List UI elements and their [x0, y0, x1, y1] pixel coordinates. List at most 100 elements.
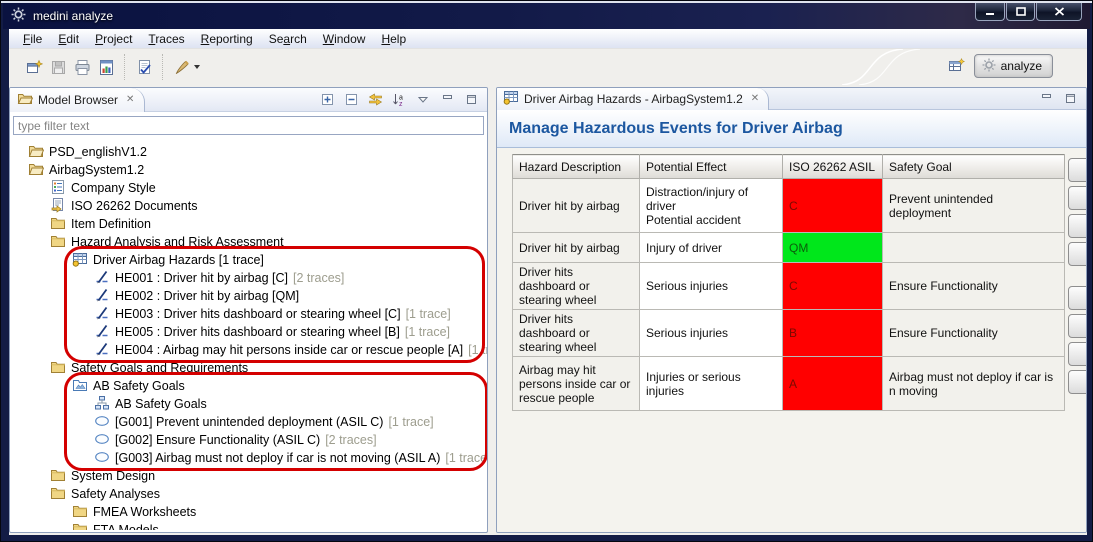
col-header-hazard-description[interactable]: Hazard Description: [513, 155, 640, 179]
view-menu-icon[interactable]: [414, 91, 432, 109]
trace-count: [2 traces]: [293, 271, 344, 285]
side-button[interactable]: [1068, 370, 1087, 394]
new-wizard-button[interactable]: [22, 55, 46, 79]
safety-goal-cell[interactable]: Ensure Functionality: [883, 263, 1065, 310]
tree-item[interactable]: AB Safety Goals: [10, 377, 487, 395]
close-button[interactable]: [1036, 3, 1082, 21]
menu-item-traces[interactable]: Traces: [140, 30, 192, 48]
close-view-icon[interactable]: ✕: [126, 94, 134, 105]
tree-item[interactable]: [G002] Ensure Functionality (ASIL C)[2 t…: [10, 431, 487, 449]
hazard-description-cell[interactable]: Driver hit by airbag: [513, 179, 640, 233]
asil-cell[interactable]: C: [783, 263, 883, 310]
side-button[interactable]: [1068, 314, 1087, 338]
app-gear-icon: [11, 7, 26, 25]
safety-goal-cell[interactable]: Airbag must not deploy if car is n movin…: [883, 357, 1065, 411]
menu-item-help[interactable]: Help: [373, 30, 414, 48]
maximize-editor-icon[interactable]: [1061, 90, 1079, 108]
safety-goal-cell[interactable]: Prevent unintended deployment: [883, 179, 1065, 233]
safety-goal-cell[interactable]: Ensure Functionality: [883, 310, 1065, 357]
tree-item[interactable]: Item Definition: [10, 215, 487, 233]
potential-effect-cell[interactable]: Injury of driver: [640, 233, 783, 263]
tree-item[interactable]: FTA Models: [10, 521, 487, 530]
asil-cell[interactable]: QM: [783, 233, 883, 263]
save-button[interactable]: [46, 55, 70, 79]
menu-item-project[interactable]: Project: [87, 30, 140, 48]
side-button[interactable]: [1068, 242, 1087, 266]
editor-tab[interactable]: Driver Airbag Hazards - AirbagSystem1.2 …: [497, 88, 769, 110]
tree-item[interactable]: Safety Analyses: [10, 485, 487, 503]
validate-button[interactable]: [132, 55, 156, 79]
potential-effect-cell[interactable]: Injuries or serious injuries: [640, 357, 783, 411]
close-editor-icon[interactable]: ✕: [751, 93, 759, 104]
tree-item[interactable]: Driver Airbag Hazards [1 trace]: [10, 251, 487, 269]
asil-cell[interactable]: A: [783, 357, 883, 411]
folder-icon: [50, 485, 66, 501]
tree-item[interactable]: [G001] Prevent unintended deployment (AS…: [10, 413, 487, 431]
col-header-iso-asil[interactable]: ISO 26262 ASIL: [783, 155, 883, 179]
menu-item-reporting[interactable]: Reporting: [193, 30, 261, 48]
tree-item-label: [G001] Prevent unintended deployment (AS…: [115, 415, 383, 429]
potential-effect-cell[interactable]: Serious injuries: [640, 310, 783, 357]
potential-effect-cell[interactable]: Serious injuries: [640, 263, 783, 310]
col-header-safety-goal[interactable]: Safety Goal: [883, 155, 1065, 179]
open-perspective-icon[interactable]: [948, 57, 966, 75]
maximize-view-icon[interactable]: [462, 91, 480, 109]
collapse-all-icon[interactable]: [342, 91, 360, 109]
expand-all-icon[interactable]: [318, 91, 336, 109]
tree-item[interactable]: ISO 26262 Documents: [10, 197, 487, 215]
minimize-view-icon[interactable]: [438, 91, 456, 109]
filter-input[interactable]: [13, 116, 484, 135]
side-button[interactable]: [1068, 286, 1087, 310]
side-button[interactable]: [1068, 214, 1087, 238]
potential-effect-cell[interactable]: Distraction/injury of driver Potential a…: [640, 179, 783, 233]
side-button[interactable]: [1068, 158, 1087, 182]
model-browser-tab[interactable]: Model Browser ✕: [10, 88, 145, 112]
minimize-button[interactable]: [975, 3, 1005, 21]
tree-item[interactable]: System Design: [10, 467, 487, 485]
link-with-editor-icon[interactable]: [366, 91, 384, 109]
app-window: medini analyze FileEditProjectTracesRepo…: [0, 0, 1093, 542]
hazard-description-cell[interactable]: Airbag may hit persons inside car or res…: [513, 357, 640, 411]
gear-icon: [982, 58, 996, 75]
hazard-description-cell[interactable]: Driver hits dashboard or stearing wheel: [513, 263, 640, 310]
asil-cell[interactable]: B: [783, 310, 883, 357]
brush-dropdown-button[interactable]: [170, 55, 204, 79]
side-button[interactable]: [1068, 342, 1087, 366]
tree-item[interactable]: Safety Goals and Requirements: [10, 359, 487, 377]
trace-count: [1 trace]: [445, 451, 487, 465]
print-button[interactable]: [70, 55, 94, 79]
col-header-potential-effect[interactable]: Potential Effect: [640, 155, 783, 179]
tree-item[interactable]: Hazard Analysis and Risk Assessment: [10, 233, 487, 251]
tree-item[interactable]: FMEA Worksheets: [10, 503, 487, 521]
tree-item[interactable]: PSD_englishV1.2: [10, 143, 487, 161]
trace-count: [1 trace]: [388, 415, 433, 429]
tree-item[interactable]: HE004 : Airbag may hit persons inside ca…: [10, 341, 487, 359]
maximize-button[interactable]: [1006, 3, 1035, 21]
tree-item[interactable]: Company Style: [10, 179, 487, 197]
hazard-description-cell[interactable]: Driver hits dashboard or stearing wheel: [513, 310, 640, 357]
asil-cell[interactable]: C: [783, 179, 883, 233]
minimize-editor-icon[interactable]: [1037, 90, 1055, 108]
report-button[interactable]: [94, 55, 118, 79]
tree-item[interactable]: [G003] Airbag must not deploy if car is …: [10, 449, 487, 467]
model-browser-view: Model Browser ✕ az: [9, 87, 488, 533]
tree-item[interactable]: HE002 : Driver hit by airbag [QM]: [10, 287, 487, 305]
perspective-analyze-button[interactable]: analyze: [974, 54, 1053, 78]
menu-item-window[interactable]: Window: [315, 30, 374, 48]
tree-item[interactable]: AB Safety Goals: [10, 395, 487, 413]
menu-item-edit[interactable]: Edit: [50, 30, 87, 48]
tree-item[interactable]: HE005 : Driver hits dashboard or stearin…: [10, 323, 487, 341]
tree-item[interactable]: AirbagSystem1.2: [10, 161, 487, 179]
menu-item-file[interactable]: File: [15, 30, 50, 48]
side-button[interactable]: [1068, 186, 1087, 210]
hazard-description-cell[interactable]: Driver hit by airbag: [513, 233, 640, 263]
tree-item[interactable]: HE001 : Driver hit by airbag [C][2 trace…: [10, 269, 487, 287]
table-row: Driver hits dashboard or stearing wheelS…: [513, 310, 1065, 357]
sort-icon[interactable]: az: [390, 91, 408, 109]
menu-item-search[interactable]: Search: [261, 30, 315, 48]
safety-goal-cell[interactable]: [883, 233, 1065, 263]
tree-item[interactable]: HE003 : Driver hits dashboard or stearin…: [10, 305, 487, 323]
tree-item-label: AB Safety Goals: [93, 379, 185, 393]
title-bar[interactable]: medini analyze: [3, 3, 1090, 29]
hazard-table-body: Driver hit by airbagDistraction/injury o…: [513, 179, 1065, 411]
